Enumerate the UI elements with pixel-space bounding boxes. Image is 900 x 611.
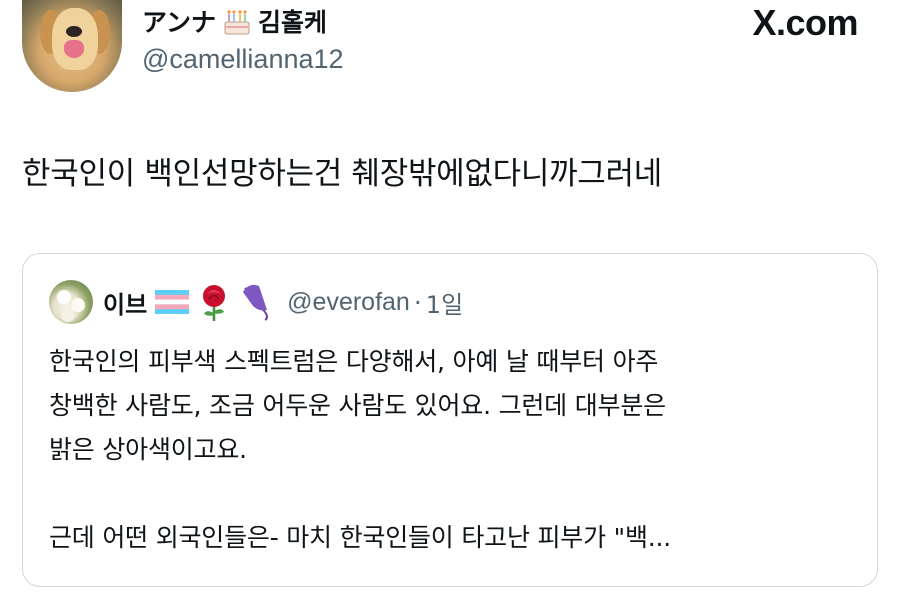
author-display-name[interactable]: アンナ 김홀케 bbox=[142, 4, 327, 38]
quoted-author-name[interactable]: 이브 bbox=[103, 285, 147, 320]
transgender-flag-icon bbox=[155, 290, 190, 314]
avatar-dog-nose bbox=[66, 26, 82, 37]
quoted-tweet-body: 한국인의 피부색 스펙트럼은 다양해서, 아예 날 때부터 아주 창백한 사람도… bbox=[49, 340, 859, 560]
quoted-tweet-line: 창백한 사람도, 조금 어두운 사람도 있어요. 그런데 대부분은 bbox=[49, 391, 666, 420]
quoted-tweet-line: 밝은 상아색이고요. bbox=[49, 435, 247, 464]
quoted-tweet-time[interactable]: 1일 bbox=[426, 285, 463, 320]
quoted-tweet-line: 근데 어떤 외국인들은- 마치 한국인들이 타고난 피부가 "백... bbox=[49, 523, 671, 552]
umbrella-icon bbox=[243, 284, 269, 321]
quoted-tweet-card[interactable]: 이브 @everofan · 1일 한국인의 피부색 스펙트럼은 다양해서, 아… bbox=[22, 253, 878, 587]
avatar-dog-face bbox=[52, 8, 98, 70]
tweet-text: 한국인이 백인선망하는건 췌장밖에없다니까그러네 bbox=[22, 156, 662, 192]
quoted-tweet-line: 한국인의 피부색 스펙트럼은 다양해서, 아예 날 때부터 아주 bbox=[49, 347, 659, 376]
quoted-author-handle[interactable]: @everofan bbox=[287, 288, 410, 317]
avatar-dog-tongue bbox=[64, 40, 84, 58]
rose-icon bbox=[203, 285, 226, 321]
quoted-tweet-header: 이브 @everofan · 1일 bbox=[49, 278, 463, 326]
quoted-tweet-separator: · bbox=[413, 287, 422, 317]
birthday-cake-icon bbox=[224, 10, 250, 35]
author-avatar[interactable] bbox=[22, 0, 122, 92]
x-logo: X.com bbox=[752, 2, 858, 43]
quoted-author-avatar[interactable] bbox=[49, 280, 93, 324]
author-handle[interactable]: @camellianna12 bbox=[142, 44, 344, 75]
author-name-text: アンナ bbox=[142, 8, 217, 37]
author-name-suffix: 김홀케 bbox=[258, 8, 328, 37]
